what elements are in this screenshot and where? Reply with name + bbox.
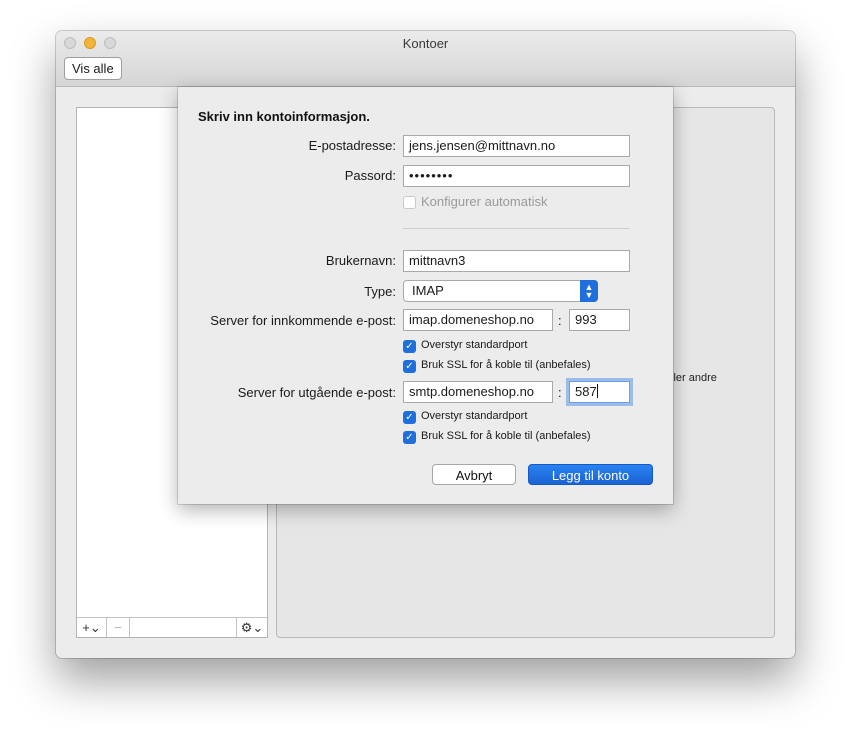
outgoing-override-label: Overstyr standardport: [421, 410, 528, 422]
outgoing-port-value: 587: [575, 384, 597, 399]
outgoing-ssl-label: Bruk SSL for å koble til (anbefales): [421, 430, 591, 442]
outgoing-ssl-row[interactable]: ✓ Bruk SSL for å koble til (anbefales): [403, 429, 633, 445]
email-label: E-postadresse:: [308, 138, 396, 153]
outgoing-server-field[interactable]: smtp.domeneshop.no: [403, 381, 553, 403]
incoming-override-row[interactable]: ✓ Overstyr standardport: [403, 338, 603, 354]
password-field[interactable]: ••••••••: [403, 165, 630, 187]
text-caret: [596, 384, 598, 398]
window-title: Kontoer: [402, 36, 449, 51]
show-all-button[interactable]: Vis alle: [64, 57, 122, 80]
sheet-heading: Skriv inn kontoinformasjon.: [198, 109, 370, 124]
outgoing-port-separator: :: [558, 385, 562, 400]
gear-icon[interactable]: ⚙⌄: [236, 618, 267, 637]
username-label: Brukernavn:: [325, 253, 396, 268]
type-select-value: IMAP: [412, 283, 444, 298]
up-down-arrows-icon: ▲ ▼: [580, 280, 598, 302]
incoming-port-field[interactable]: 993: [569, 309, 630, 331]
password-label: Passord:: [344, 168, 396, 183]
detail-pane-text: ller andre: [671, 372, 717, 384]
add-account-menu-button[interactable]: +⌄: [77, 618, 107, 637]
incoming-server-label: Server for innkommende e-post:: [210, 313, 396, 328]
remove-account-button[interactable]: −: [107, 618, 130, 637]
checkmark-icon[interactable]: ✓: [403, 340, 416, 353]
cancel-button[interactable]: Avbryt: [432, 464, 516, 485]
outgoing-server-label: Server for utgående e-post:: [237, 385, 396, 400]
auto-config-checkbox-row[interactable]: Konfigurer automatisk: [403, 194, 603, 210]
separator: [403, 228, 630, 229]
checkmark-icon[interactable]: ✓: [403, 411, 416, 424]
outgoing-port-field[interactable]: 587: [569, 381, 630, 403]
title-bar[interactable]: Kontoer Vis alle: [56, 31, 795, 87]
username-field[interactable]: mittnavn3: [403, 250, 630, 272]
auto-config-label: Konfigurer automatisk: [421, 194, 548, 209]
add-account-button[interactable]: Legg til konto: [528, 464, 653, 485]
incoming-port-separator: :: [558, 313, 562, 328]
email-field[interactable]: jens.jensen@mittnavn.no: [403, 135, 630, 157]
incoming-server-field[interactable]: imap.domeneshop.no: [403, 309, 553, 331]
account-info-sheet: Skriv inn kontoinformasjon. E-postadress…: [178, 87, 673, 504]
type-select[interactable]: IMAP ▲ ▼: [403, 280, 598, 302]
checkmark-icon[interactable]: ✓: [403, 431, 416, 444]
incoming-ssl-label: Bruk SSL for å koble til (anbefales): [421, 359, 591, 371]
accounts-list-toolbar: +⌄ − ⚙⌄: [77, 617, 267, 637]
incoming-override-label: Overstyr standardport: [421, 339, 528, 351]
auto-config-checkbox[interactable]: [403, 196, 416, 209]
outgoing-override-row[interactable]: ✓ Overstyr standardport: [403, 409, 603, 425]
incoming-ssl-row[interactable]: ✓ Bruk SSL for å koble til (anbefales): [403, 358, 633, 374]
type-label: Type:: [364, 284, 396, 299]
checkmark-icon[interactable]: ✓: [403, 360, 416, 373]
